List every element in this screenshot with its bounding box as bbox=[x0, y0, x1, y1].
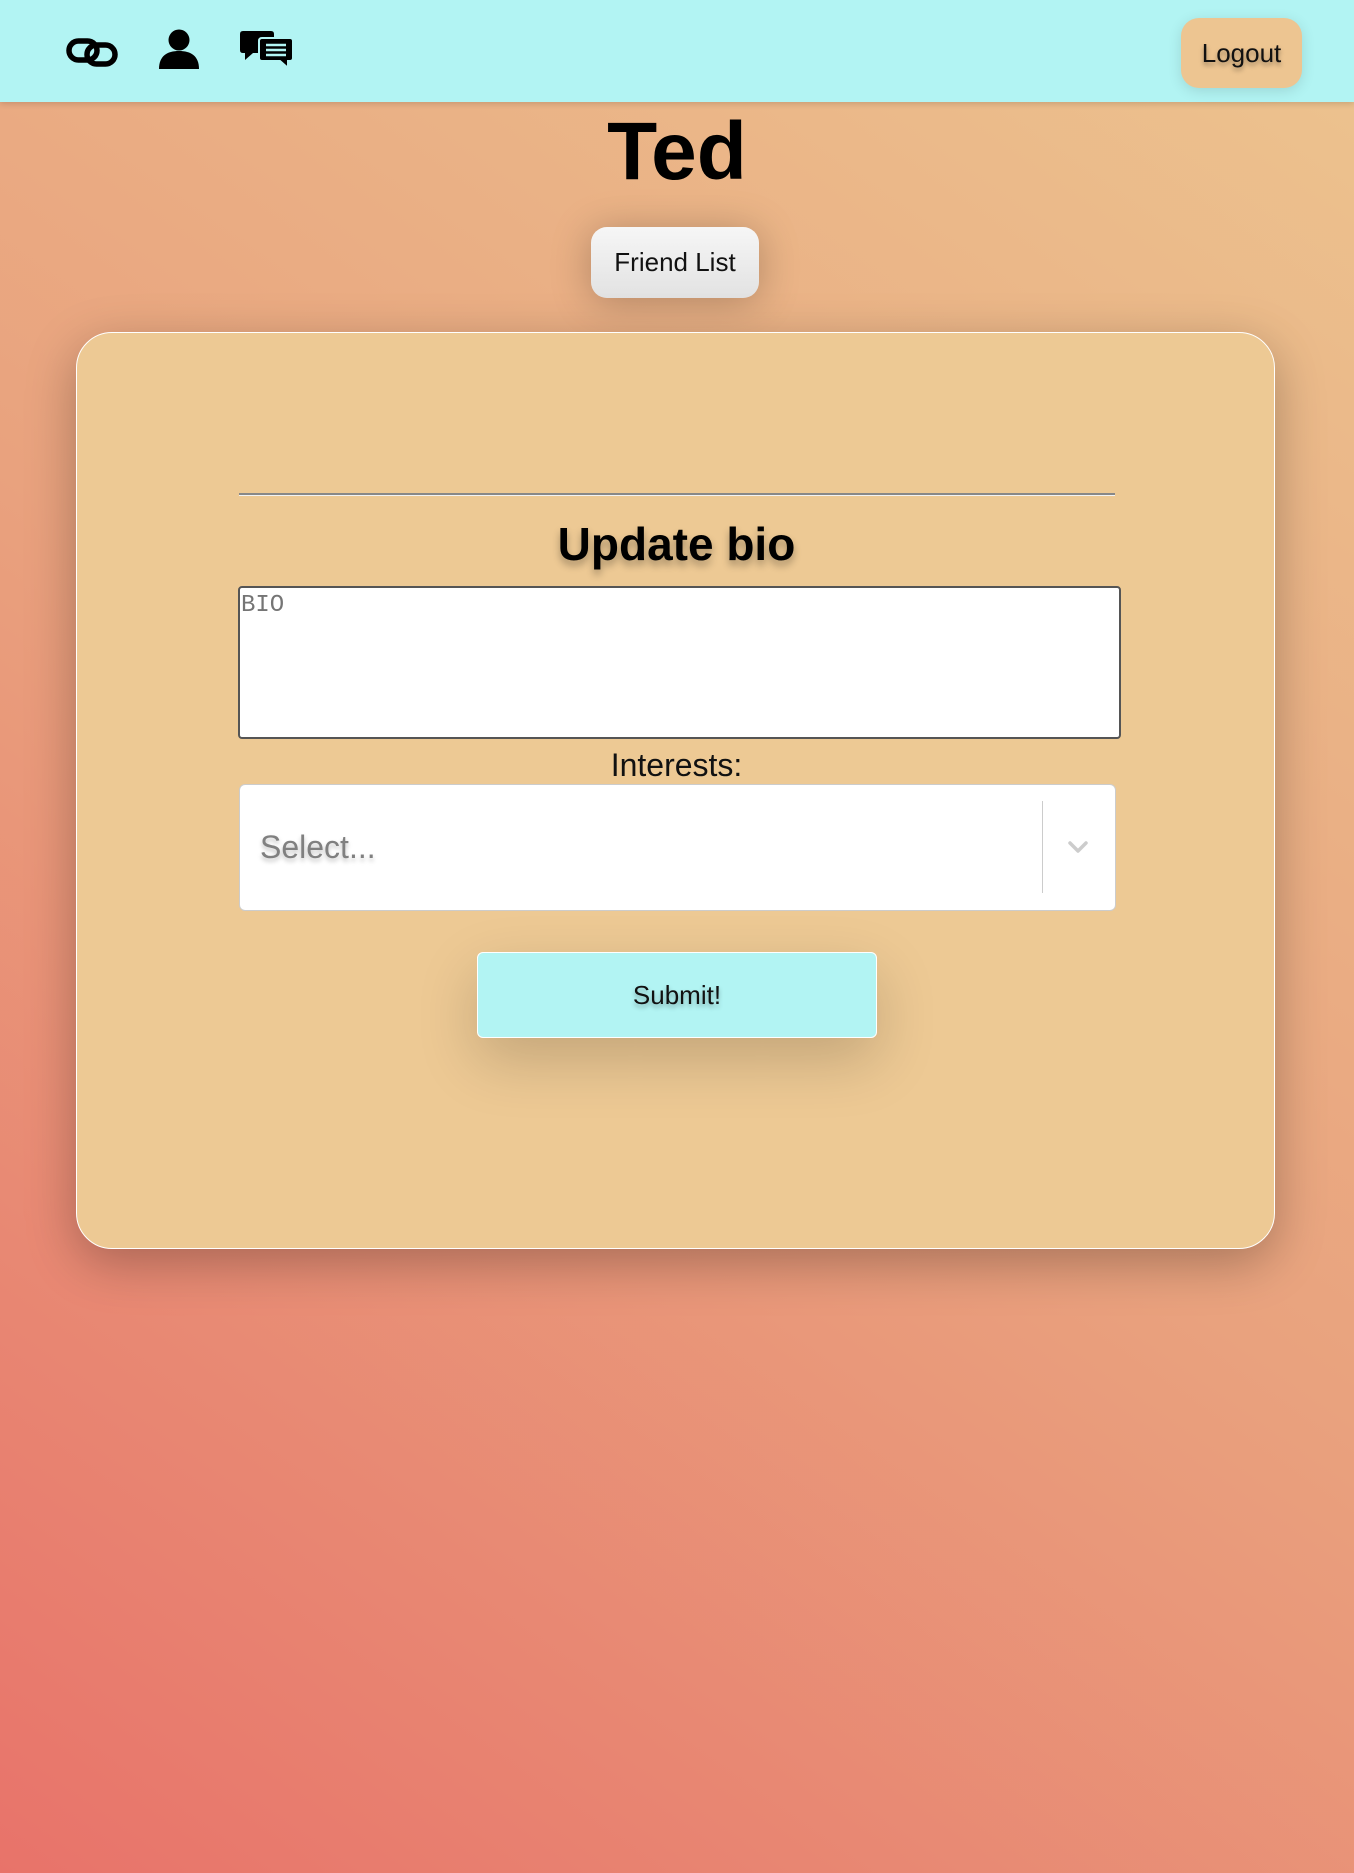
select-separator bbox=[1042, 801, 1043, 893]
friend-list-button[interactable]: Friend List bbox=[591, 227, 759, 298]
interests-select[interactable]: Select... bbox=[239, 784, 1116, 911]
profile-name: Ted bbox=[607, 106, 747, 197]
top-navbar: Logout bbox=[0, 0, 1354, 102]
logout-button[interactable]: Logout bbox=[1181, 18, 1302, 88]
bio-input[interactable] bbox=[238, 586, 1121, 739]
update-bio-title: Update bio bbox=[557, 518, 796, 570]
bio-card: Update bio Interests: Select... Submit! bbox=[76, 332, 1275, 1249]
divider bbox=[239, 493, 1115, 496]
chat-icon[interactable] bbox=[240, 28, 294, 70]
link-icon[interactable] bbox=[66, 34, 118, 70]
interests-select-placeholder: Select... bbox=[260, 829, 376, 865]
interests-label: Interests: bbox=[610, 747, 743, 783]
submit-button[interactable]: Submit! bbox=[477, 952, 877, 1038]
user-icon[interactable] bbox=[158, 28, 200, 70]
chevron-down-icon[interactable] bbox=[1065, 835, 1091, 859]
